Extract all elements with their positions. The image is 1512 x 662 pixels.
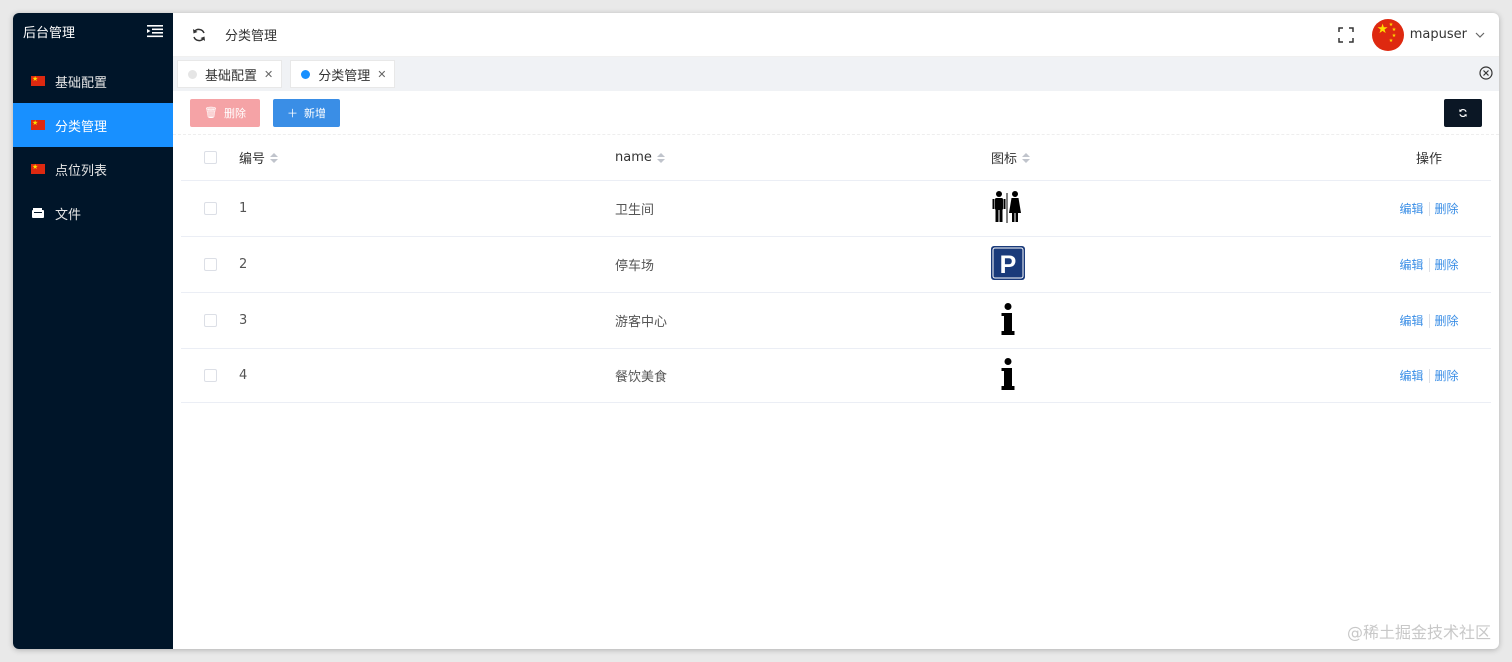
- main-area: 分类管理 ★ ★ ★ ★ ★ mapuser 基础配置 ✕ 分类管理 ✕ 🗑 删…: [173, 13, 1499, 649]
- table-row: 3 游客中心 编辑 删除: [181, 293, 1491, 349]
- row-checkbox[interactable]: [203, 258, 217, 271]
- topbar: 分类管理 ★ ★ ★ ★ ★ mapuser: [173, 13, 1499, 57]
- row-checkbox[interactable]: [203, 202, 217, 215]
- edit-link[interactable]: 编辑: [1399, 312, 1423, 329]
- sidebar-item-points[interactable]: 点位列表: [13, 147, 173, 191]
- edit-link[interactable]: 编辑: [1399, 200, 1423, 217]
- table-row: 4 餐饮美食 编辑 删除: [181, 349, 1491, 403]
- table-row: 2 停车场 P 编辑 删除: [181, 237, 1491, 293]
- sort-icon[interactable]: [656, 152, 665, 163]
- column-header-id: 编号: [239, 152, 266, 167]
- table-refresh-button[interactable]: [1444, 98, 1482, 127]
- row-name: 卫生间: [615, 203, 655, 218]
- info-icon: [1001, 357, 1015, 390]
- row-id: 4: [239, 368, 248, 383]
- sidebar-item-label: 点位列表: [55, 163, 108, 179]
- column-header-ops: 操作: [1415, 152, 1442, 167]
- close-all-tabs-icon[interactable]: [1479, 66, 1493, 80]
- close-icon[interactable]: ✕: [264, 68, 273, 81]
- parking-icon: P: [991, 245, 1025, 280]
- trash-icon: 🗑: [204, 107, 218, 119]
- sort-icon[interactable]: [270, 152, 279, 163]
- cn-flag-icon: [31, 161, 45, 174]
- sidebar-item-label: 文件: [55, 207, 82, 223]
- edit-link[interactable]: 编辑: [1399, 256, 1423, 273]
- sidebar-menu: 基础配置 分类管理 点位列表 文件: [13, 59, 173, 235]
- select-all-checkbox[interactable]: [203, 151, 217, 164]
- row-checkbox[interactable]: [203, 314, 217, 327]
- row-name: 停车场: [615, 259, 655, 274]
- watermark: @稀土掘金技术社区: [1346, 623, 1491, 642]
- row-name: 餐饮美食: [615, 370, 668, 385]
- menu-fold-icon[interactable]: [147, 24, 163, 38]
- column-header-name: name: [615, 150, 652, 165]
- table-row: 1 卫生间 编辑 删除: [181, 181, 1491, 237]
- restroom-icon: [992, 190, 1021, 223]
- chevron-down-icon[interactable]: [1475, 30, 1485, 40]
- category-table: 编号 name 图标 操作 1 卫生间 编辑 删除 2 停车场 P 编辑 删除 …: [181, 135, 1491, 403]
- edit-link[interactable]: 编辑: [1399, 367, 1423, 384]
- sidebar-item-label: 基础配置: [55, 75, 108, 91]
- plus-icon: ＋: [286, 107, 298, 120]
- avatar[interactable]: ★ ★ ★ ★ ★: [1371, 18, 1404, 51]
- tab-label: 分类管理: [318, 68, 371, 84]
- tab-basic-config[interactable]: 基础配置 ✕: [177, 60, 283, 88]
- row-id: 2: [239, 257, 248, 272]
- row-id: 1: [239, 201, 248, 216]
- tab-bar: 基础配置 ✕ 分类管理 ✕: [173, 57, 1499, 91]
- close-icon[interactable]: ✕: [377, 68, 386, 81]
- delete-link[interactable]: 删除: [1435, 312, 1459, 329]
- column-header-icon: 图标: [991, 152, 1018, 167]
- refresh-icon: [1459, 108, 1467, 117]
- svg-text:P: P: [1000, 251, 1017, 279]
- folder-icon: [32, 208, 44, 218]
- sidebar-header: 后台管理: [13, 13, 173, 49]
- sort-icon[interactable]: [1022, 152, 1031, 163]
- fullscreen-icon[interactable]: [1338, 26, 1354, 43]
- delete-link[interactable]: 删除: [1435, 367, 1459, 384]
- refresh-icon[interactable]: [191, 27, 207, 43]
- sidebar: 后台管理 基础配置 分类管理 点位列表: [13, 13, 173, 649]
- app-title: 后台管理: [23, 25, 76, 41]
- row-checkbox[interactable]: [203, 369, 217, 382]
- row-id: 3: [239, 313, 248, 328]
- batch-delete-button[interactable]: 🗑 删除: [190, 98, 260, 127]
- delete-link[interactable]: 删除: [1435, 200, 1459, 217]
- sidebar-item-label: 分类管理: [55, 119, 108, 135]
- sidebar-item-basic-config[interactable]: 基础配置: [13, 59, 173, 103]
- sidebar-item-category[interactable]: 分类管理: [13, 103, 173, 147]
- add-button[interactable]: ＋ 新增: [272, 98, 340, 127]
- tab-status-dot: [301, 69, 311, 79]
- sidebar-item-files[interactable]: 文件: [13, 191, 173, 235]
- batch-delete-label: 删除: [223, 107, 246, 120]
- cn-flag-icon: [31, 73, 45, 86]
- tab-status-dot: [188, 69, 197, 79]
- add-label: 新增: [303, 107, 326, 120]
- tab-category[interactable]: 分类管理 ✕: [290, 60, 396, 88]
- app-window: 后台管理 基础配置 分类管理 点位列表: [13, 13, 1499, 649]
- delete-link[interactable]: 删除: [1435, 256, 1459, 273]
- tab-label: 基础配置: [205, 68, 258, 84]
- toolbar: 🗑 删除 ＋ 新增: [173, 91, 1499, 135]
- table-header: 编号 name 图标 操作: [181, 135, 1491, 181]
- username[interactable]: mapuser: [1410, 27, 1467, 42]
- info-icon: [1001, 302, 1015, 335]
- breadcrumb: 分类管理: [225, 29, 278, 44]
- cn-flag-icon: [31, 117, 45, 130]
- row-name: 游客中心: [615, 315, 668, 330]
